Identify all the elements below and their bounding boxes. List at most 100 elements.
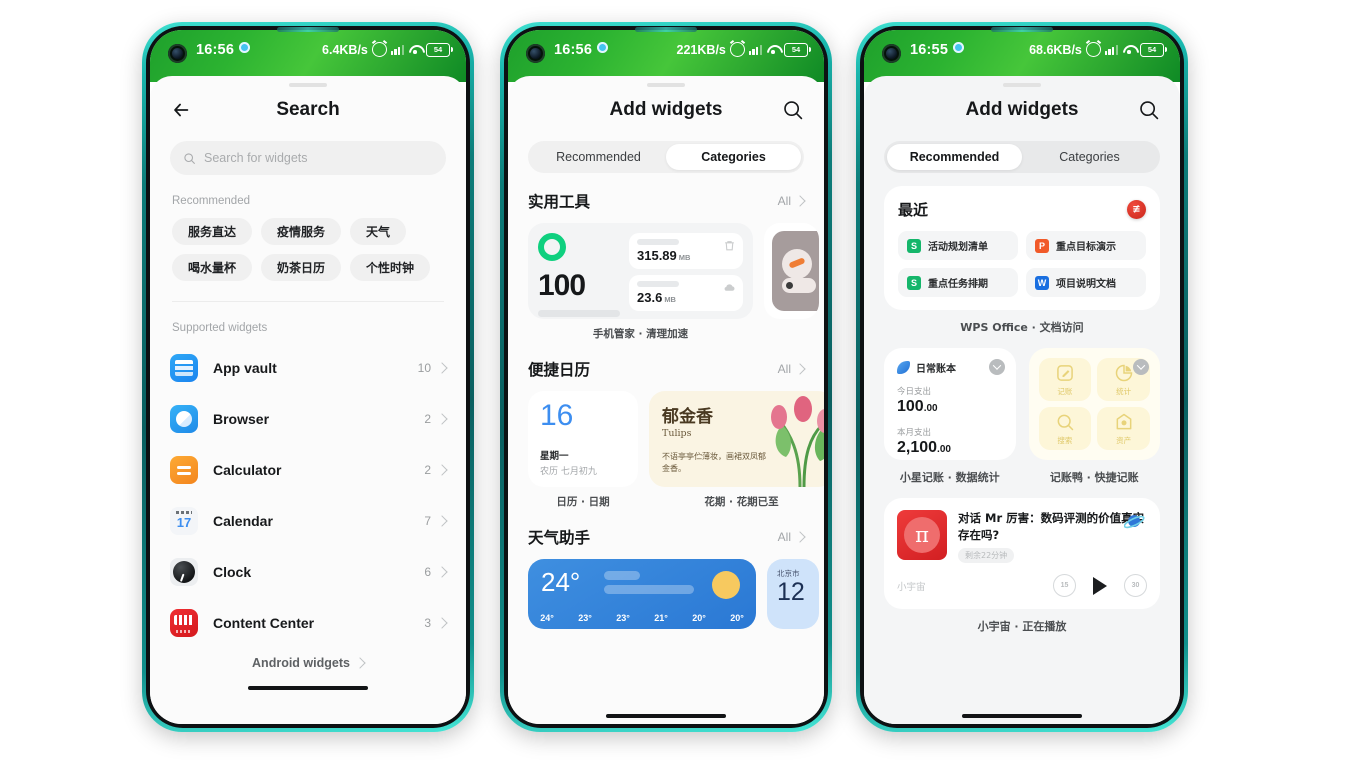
app-count: 2 (424, 462, 431, 477)
all-label: All (777, 194, 791, 208)
widget-weather-peek[interactable]: 北京市 12 (767, 559, 819, 629)
widget-ledger[interactable]: 日常账本 今日支出 100.00 本月支出 2,100.00 (884, 348, 1016, 460)
search-icon[interactable] (782, 99, 804, 121)
tab-categories[interactable]: Categories (1022, 144, 1157, 170)
chip-2[interactable]: 天气 (350, 218, 407, 245)
list-item-clock[interactable]: Clock 6 (150, 546, 466, 597)
list-item-doc-0[interactable]: S 活动规划清单 (898, 231, 1018, 260)
quick-label-1: 统计 (1116, 386, 1132, 396)
phone-device-search: 16:56 6.4KB/s 54 Search Search for widge… (142, 22, 474, 732)
podcast-title: 对话 Mr 厉害：数码评测的价值真实存在吗? (958, 511, 1145, 542)
home-indicator[interactable] (962, 714, 1082, 718)
tab-bar-2: Recommended Categories (528, 141, 804, 173)
tab-categories[interactable]: Categories (666, 144, 801, 170)
download-icon[interactable] (1133, 359, 1149, 375)
widget-compass-peek[interactable] (764, 223, 819, 341)
cleaner-row-0: 315.89 MB (629, 233, 743, 269)
app-name: Content Center (213, 614, 315, 631)
chip-3[interactable]: 喝水量杯 (172, 254, 253, 281)
section-all-link[interactable]: All (778, 362, 806, 376)
tab-recommended[interactable]: Recommended (531, 144, 666, 170)
list-item-calendar[interactable]: Calendar 7 (150, 495, 466, 546)
section-all-link[interactable]: All (777, 194, 806, 208)
widget-flower[interactable]: 郁金香 Tulips 不语亭亭伫薄妆，画裙双凤郁金香。 花期 · 花期已至 (649, 391, 824, 509)
wps-sheet-icon: S (907, 275, 921, 290)
wps-badge-icon[interactable]: ≢ (1127, 200, 1146, 219)
earpiece (991, 27, 1053, 32)
doc-label: 活动规划清单 (928, 242, 988, 253)
wps-doc-grid: S 活动规划清单 P 重点目标演示 S 重点任务排期 W 项目说明文档 (898, 231, 1146, 297)
browser-icon (170, 404, 198, 433)
app-count: 10 (417, 360, 431, 375)
rewind-15-icon[interactable]: 15 (1053, 574, 1076, 598)
status-indicator-dot (597, 42, 609, 53)
quick-cell-3[interactable]: 资产 (1097, 407, 1150, 450)
widget-caption: 花期 · 花期已至 (704, 496, 779, 508)
status-indicator-dot (953, 42, 965, 53)
pie-chart-icon (1115, 364, 1132, 381)
wps-card-header: 最近 ≢ (898, 199, 1146, 220)
cleaner-ring-icon (538, 233, 566, 261)
list-item-app-vault[interactable]: App vault 10 (150, 342, 466, 393)
chip-1[interactable]: 疫情服务 (261, 218, 342, 245)
quick-cell-2[interactable]: 搜索 (1038, 407, 1092, 450)
doc-label: 项目说明文档 (1056, 279, 1116, 290)
list-item-doc-1[interactable]: P 重点目标演示 (1026, 231, 1146, 260)
widget-cleaner[interactable]: 100 315.89 MB 23.6 MB 手机管家 · 清理加速 (528, 223, 753, 341)
clock-icon (170, 557, 198, 586)
list-item-browser[interactable]: Browser 2 (150, 393, 466, 444)
quick-cell-0[interactable]: 记账 (1038, 358, 1092, 401)
weather-hourly: 24° 23° 23° 21° 20° 20° (528, 613, 756, 623)
widget-weather[interactable]: 24° 24° 23° 23° 21° 20° 20° (528, 559, 756, 629)
page-title-add-widgets-2: Add widgets (508, 87, 824, 133)
app-count: 6 (424, 564, 431, 579)
chip-5[interactable]: 个性时钟 (350, 254, 431, 281)
earpiece (635, 27, 697, 32)
back-arrow-icon[interactable] (170, 99, 192, 121)
chip-4[interactable]: 奶茶日历 (261, 254, 342, 281)
ledger-today-label: 今日支出 (897, 387, 932, 397)
status-icons-3: 68.6KB/s 54 (1029, 42, 1167, 57)
widget-podcast[interactable]: π 对话 Mr 厉害：数码评测的价值真实存在吗? 剩余22分钟 小宇宙 15 3… (884, 498, 1160, 610)
list-item-doc-3[interactable]: W 项目说明文档 (1026, 268, 1146, 297)
widget-date[interactable]: 16 星期一 农历 七月初九 日历 · 日期 (528, 391, 638, 509)
chevron-right-icon (436, 514, 448, 527)
play-icon[interactable] (1093, 576, 1107, 595)
section-all-link[interactable]: All (778, 530, 806, 544)
android-widgets-link[interactable]: Android widgets (150, 648, 466, 678)
chip-0[interactable]: 服务直达 (172, 218, 253, 245)
chevron-right-icon (794, 195, 806, 207)
network-speed-2: 221KB/s (676, 42, 726, 57)
pi-glyph: π (904, 517, 940, 553)
wps-card-title: 最近 (898, 201, 929, 219)
skeleton-bar (604, 571, 640, 580)
tab-recommended[interactable]: Recommended (887, 144, 1022, 170)
skeleton-bar (538, 310, 620, 317)
wps-doc-icon: W (1035, 275, 1049, 290)
sheet-1: Search Search for widgets Recommended 服务… (150, 76, 466, 724)
search-input[interactable]: Search for widgets (170, 141, 446, 175)
download-icon[interactable] (988, 359, 1005, 375)
battery-icon: 54 (1140, 42, 1167, 57)
home-indicator[interactable] (248, 686, 368, 690)
page-title-text-1: Search (276, 99, 340, 120)
doc-label: 重点任务排期 (928, 279, 988, 290)
widget-wps-recent[interactable]: 最近 ≢ S 活动规划清单 P 重点目标演示 S 重点任务排期 W 项目说明文档 (884, 186, 1160, 310)
home-indicator[interactable] (606, 714, 726, 718)
app-name: Calculator (213, 461, 282, 478)
widget-quick-entry[interactable]: 记账 统计 搜索 资产 (1028, 348, 1160, 460)
forward-30-icon[interactable]: 30 (1124, 574, 1147, 598)
list-item-calculator[interactable]: Calculator 2 (150, 444, 466, 495)
chevron-right-icon (436, 616, 448, 629)
section-title: 便捷日历 (528, 361, 591, 379)
widget-caption-podcast: 小宇宙 · 正在播放 (977, 620, 1067, 634)
chevron-right-icon (354, 657, 366, 669)
search-icon[interactable] (1138, 99, 1160, 121)
podcast-source: 小宇宙 (897, 581, 926, 593)
app-name: Calendar (213, 512, 273, 529)
list-item-doc-2[interactable]: S 重点任务排期 (898, 268, 1018, 297)
phone-screen-1: 16:56 6.4KB/s 54 Search Search for widge… (150, 30, 466, 724)
list-item-content-center[interactable]: Content Center 3 (150, 597, 466, 648)
podcast-controls: 15 30 (1053, 574, 1147, 598)
cleaner-left: 100 (538, 233, 620, 317)
